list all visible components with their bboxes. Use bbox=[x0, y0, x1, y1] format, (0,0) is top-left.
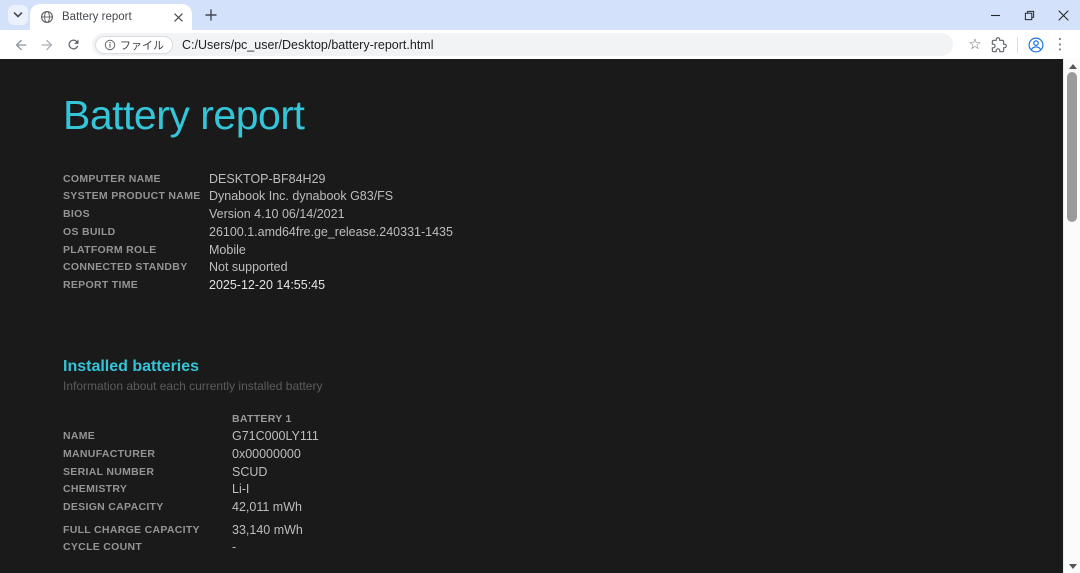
tab-search-button[interactable] bbox=[8, 5, 28, 25]
reload-button[interactable] bbox=[60, 32, 86, 58]
url-text: C:/Users/pc_user/Desktop/battery-report.… bbox=[182, 38, 433, 52]
plus-icon bbox=[205, 9, 217, 21]
profile-button[interactable] bbox=[1024, 33, 1048, 57]
battery-row: SERIAL NUMBER SCUD bbox=[63, 463, 1063, 481]
info-row: BIOS Version 4.10 06/14/2021 bbox=[63, 205, 1063, 223]
battery-value: 0x00000000 bbox=[232, 447, 301, 461]
bookmark-button[interactable]: ☆ bbox=[963, 33, 987, 57]
scroll-down-arrow-icon[interactable] bbox=[1064, 560, 1080, 572]
report-time-value: 2025-12-20 14:55:45 bbox=[209, 278, 325, 292]
address-bar[interactable]: ファイル C:/Users/pc_user/Desktop/battery-re… bbox=[92, 33, 953, 56]
info-value: Not supported bbox=[209, 260, 288, 274]
info-label: PLATFORM ROLE bbox=[63, 244, 209, 256]
battery-report-page: Battery report COMPUTER NAME DESKTOP-BF8… bbox=[0, 59, 1063, 573]
tab-close-icon[interactable] bbox=[170, 9, 186, 25]
browser-toolbar: ファイル C:/Users/pc_user/Desktop/battery-re… bbox=[0, 30, 1080, 59]
battery-header-row: BATTERY 1 bbox=[63, 410, 1063, 428]
info-label: OS BUILD bbox=[63, 226, 209, 238]
info-row: REPORT TIME 2025-12-20 14:55:45 bbox=[63, 276, 1063, 294]
battery-column-header: BATTERY 1 bbox=[232, 413, 292, 425]
battery-value: - bbox=[232, 540, 236, 554]
battery-value: 33,140 mWh bbox=[232, 523, 303, 537]
info-value: Dynabook Inc. dynabook G83/FS bbox=[209, 189, 393, 203]
tab-title: Battery report bbox=[62, 11, 170, 23]
site-info-chip[interactable]: ファイル bbox=[95, 36, 173, 54]
info-label: REPORT TIME bbox=[63, 279, 209, 291]
battery-label: FULL CHARGE CAPACITY bbox=[63, 524, 232, 536]
site-info-label: ファイル bbox=[120, 37, 164, 53]
reload-icon bbox=[66, 37, 81, 52]
battery-label: SERIAL NUMBER bbox=[63, 466, 232, 478]
battery-row: CHEMISTRY Li-I bbox=[63, 480, 1063, 498]
browser-window: Battery report bbox=[0, 0, 1080, 573]
forward-arrow-icon bbox=[39, 37, 55, 53]
battery-value: Li-I bbox=[232, 482, 249, 496]
battery-label: NAME bbox=[63, 430, 232, 442]
info-row: SYSTEM PRODUCT NAME Dynabook Inc. dynabo… bbox=[63, 188, 1063, 206]
battery-value: G71C000LY111 bbox=[232, 429, 319, 443]
info-label: BIOS bbox=[63, 208, 209, 220]
tab-strip: Battery report bbox=[0, 0, 1080, 30]
battery-label: DESIGN CAPACITY bbox=[63, 501, 232, 513]
info-icon bbox=[104, 39, 116, 51]
extensions-button[interactable] bbox=[987, 33, 1011, 57]
info-value: Mobile bbox=[209, 243, 246, 257]
close-button[interactable] bbox=[1046, 0, 1080, 30]
battery-label: CYCLE COUNT bbox=[63, 541, 232, 553]
back-arrow-icon bbox=[13, 37, 29, 53]
chevron-down-icon bbox=[13, 10, 23, 20]
info-value: DESKTOP-BF84H29 bbox=[209, 172, 325, 186]
vertical-scrollbar[interactable] bbox=[1063, 59, 1080, 573]
battery-table: BATTERY 1 NAME G71C000LY111 MANUFACTURER… bbox=[63, 410, 1063, 557]
info-label: SYSTEM PRODUCT NAME bbox=[63, 190, 209, 202]
globe-icon bbox=[40, 10, 54, 24]
puzzle-icon bbox=[991, 37, 1007, 53]
battery-row: FULL CHARGE CAPACITY 33,140 mWh bbox=[63, 521, 1063, 539]
menu-button[interactable]: ⋮ bbox=[1048, 33, 1072, 57]
info-label: CONNECTED STANDBY bbox=[63, 261, 209, 273]
battery-row: CYCLE COUNT - bbox=[63, 539, 1063, 557]
battery-value: 42,011 mWh bbox=[232, 500, 302, 514]
new-tab-button[interactable] bbox=[200, 4, 222, 26]
browser-tab[interactable]: Battery report bbox=[30, 4, 192, 30]
page-title: Battery report bbox=[63, 93, 1063, 139]
info-value: Version 4.10 06/14/2021 bbox=[209, 207, 345, 221]
forward-button[interactable] bbox=[34, 32, 60, 58]
info-value: 26100.1.amd64fre.ge_release.240331-1435 bbox=[209, 225, 453, 239]
star-icon: ☆ bbox=[968, 37, 981, 52]
battery-value: SCUD bbox=[232, 465, 267, 479]
info-row: CONNECTED STANDBY Not supported bbox=[63, 258, 1063, 276]
battery-label: CHEMISTRY bbox=[63, 483, 232, 495]
toolbar-divider bbox=[1017, 37, 1018, 53]
page-content: Battery report COMPUTER NAME DESKTOP-BF8… bbox=[0, 59, 1080, 573]
back-button[interactable] bbox=[8, 32, 34, 58]
window-controls bbox=[978, 0, 1080, 30]
info-row: OS BUILD 26100.1.amd64fre.ge_release.240… bbox=[63, 223, 1063, 241]
maximize-button[interactable] bbox=[1012, 0, 1046, 30]
battery-row: NAME G71C000LY111 bbox=[63, 427, 1063, 445]
battery-row: MANUFACTURER 0x00000000 bbox=[63, 445, 1063, 463]
scroll-up-arrow-icon[interactable] bbox=[1064, 60, 1080, 72]
section-subtitle: Information about each currently install… bbox=[63, 379, 1063, 393]
info-row: COMPUTER NAME DESKTOP-BF84H29 bbox=[63, 170, 1063, 188]
battery-row: DESIGN CAPACITY 42,011 mWh bbox=[63, 498, 1063, 516]
kebab-menu-icon: ⋮ bbox=[1053, 37, 1068, 52]
info-row: PLATFORM ROLE Mobile bbox=[63, 241, 1063, 259]
minimize-button[interactable] bbox=[978, 0, 1012, 30]
installed-batteries-section: Installed batteries Information about ea… bbox=[63, 358, 1063, 557]
avatar-icon bbox=[1027, 36, 1045, 54]
battery-label: MANUFACTURER bbox=[63, 448, 232, 460]
section-heading: Installed batteries bbox=[63, 358, 1063, 376]
scrollbar-thumb[interactable] bbox=[1067, 72, 1077, 222]
system-info-table: COMPUTER NAME DESKTOP-BF84H29 SYSTEM PRO… bbox=[63, 170, 1063, 294]
info-label: COMPUTER NAME bbox=[63, 173, 209, 185]
